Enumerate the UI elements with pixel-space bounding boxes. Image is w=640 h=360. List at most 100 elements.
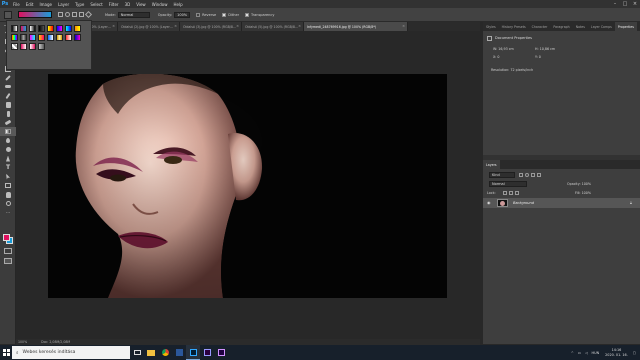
dodge-tool-icon[interactable]: [0, 145, 16, 154]
tab-document-5[interactable]: Oldalsó (5).jpg @ 100% (RGB/8… ×: [242, 22, 304, 31]
eraser-tool-icon[interactable]: [0, 118, 16, 127]
gradient-swatch[interactable]: [56, 34, 63, 41]
close-icon[interactable]: ×: [630, 0, 640, 8]
type-tool-icon[interactable]: T: [0, 163, 16, 172]
gradient-swatch[interactable]: [11, 25, 18, 32]
volume-icon[interactable]: ◁: [585, 351, 588, 355]
chrome-icon[interactable]: [158, 345, 172, 360]
transparency-checkbox[interactable]: [245, 12, 250, 17]
tab-document-active[interactable]: Infymedi_248769916.jpg @ 100% (RGB/8*) ×: [304, 22, 408, 31]
menu-file[interactable]: File: [10, 2, 23, 7]
tab-document-4[interactable]: Oldalsó (3).jpg @ 100% (RGB/8… ×: [180, 22, 242, 31]
gradient-swatch[interactable]: [47, 34, 54, 41]
gradient-swatch[interactable]: [11, 34, 18, 41]
linear-gradient-icon[interactable]: [58, 12, 63, 17]
menu-edit[interactable]: Edit: [23, 2, 37, 7]
mode-select[interactable]: Normal: [117, 11, 150, 18]
layer-fill[interactable]: Fill: 100%: [575, 191, 591, 195]
layer-opacity[interactable]: Opacity: 100%: [567, 182, 591, 186]
gradient-swatch[interactable]: [65, 34, 72, 41]
close-tab-icon[interactable]: ×: [174, 24, 177, 28]
close-tab-icon[interactable]: ×: [236, 24, 239, 28]
gradient-swatch[interactable]: [29, 34, 36, 41]
rectangle-tool-icon[interactable]: [0, 181, 16, 190]
gradient-swatch[interactable]: [47, 25, 54, 32]
gradient-swatch[interactable]: [38, 43, 45, 50]
path-selection-tool-icon[interactable]: [0, 172, 16, 181]
gradient-swatch[interactable]: [20, 25, 27, 32]
menu-view[interactable]: View: [133, 2, 149, 7]
windows-start-icon[interactable]: [0, 345, 12, 360]
after-effects-icon[interactable]: [214, 345, 228, 360]
word-icon[interactable]: [172, 345, 186, 360]
width-field[interactable]: W: 16,93 cm: [493, 47, 514, 51]
quick-mask-icon[interactable]: [4, 248, 12, 254]
filter-type-icon[interactable]: [531, 173, 535, 177]
blur-tool-icon[interactable]: [0, 136, 16, 145]
eyedropper-tool-icon[interactable]: [0, 73, 16, 82]
tray-arrow-icon[interactable]: ^: [571, 351, 574, 355]
maximize-icon[interactable]: □: [620, 0, 630, 8]
radial-gradient-icon[interactable]: [65, 12, 70, 17]
zoom-tool-icon[interactable]: [0, 199, 16, 208]
layer-row-background[interactable]: ◉ Background 🔒︎: [483, 198, 640, 208]
gradient-swatch[interactable]: [38, 25, 45, 32]
menu-image[interactable]: Image: [36, 2, 55, 7]
gradient-swatch[interactable]: [11, 43, 18, 50]
gradient-preview[interactable]: [18, 11, 52, 18]
tab-properties[interactable]: Properties: [614, 22, 637, 31]
lock-pixels-icon[interactable]: [503, 191, 507, 195]
document-canvas-image[interactable]: [48, 74, 447, 298]
gradient-swatch[interactable]: [29, 43, 36, 50]
close-tab-icon[interactable]: ×: [402, 24, 405, 28]
filter-pixel-icon[interactable]: [519, 173, 523, 177]
hand-tool-icon[interactable]: [0, 190, 16, 199]
opacity-field[interactable]: 100%: [174, 11, 191, 18]
healing-brush-tool-icon[interactable]: [0, 82, 16, 91]
filter-shape-icon[interactable]: [537, 173, 541, 177]
tab-layer-comps[interactable]: Layer Comps: [588, 22, 615, 31]
gradient-swatch[interactable]: [56, 25, 63, 32]
history-brush-tool-icon[interactable]: [0, 109, 16, 118]
reflected-gradient-icon[interactable]: [79, 12, 84, 17]
gradient-swatch[interactable]: [20, 34, 27, 41]
gradient-picker-popup[interactable]: [6, 20, 92, 70]
x-field[interactable]: X: 0: [493, 55, 500, 59]
lock-all-icon[interactable]: [515, 191, 519, 195]
minimize-icon[interactable]: –: [610, 0, 620, 8]
gradient-swatch[interactable]: [29, 25, 36, 32]
color-swatches[interactable]: [3, 234, 13, 244]
screen-mode-icon[interactable]: [4, 258, 12, 264]
layer-name[interactable]: Background: [513, 201, 534, 205]
angle-gradient-icon[interactable]: [72, 12, 77, 17]
gradient-swatch[interactable]: [20, 43, 27, 50]
gradient-swatch[interactable]: [74, 25, 81, 32]
dither-checkbox[interactable]: [222, 12, 227, 17]
brush-tool-icon[interactable]: [0, 91, 16, 100]
file-explorer-icon[interactable]: [144, 345, 158, 360]
menu-type[interactable]: Type: [72, 2, 87, 7]
menu-window[interactable]: Window: [149, 2, 171, 7]
foreground-color-swatch[interactable]: [3, 234, 10, 241]
tool-preset-icon[interactable]: [4, 10, 12, 19]
gradient-swatch[interactable]: [74, 34, 81, 41]
blend-mode-select[interactable]: Normal: [489, 181, 527, 187]
menu-layer[interactable]: Layer: [55, 2, 72, 7]
tab-document-3[interactable]: Oldalsó (2).jpg @ 100% (Layer… ×: [118, 22, 180, 31]
gradient-swatch[interactable]: [38, 34, 45, 41]
premiere-icon[interactable]: [200, 345, 214, 360]
notifications-icon[interactable]: ▢: [633, 351, 636, 355]
visibility-eye-icon[interactable]: ◉: [487, 200, 491, 205]
clock[interactable]: 14:16 2020. 01. 16.: [605, 348, 628, 357]
filter-adjustment-icon[interactable]: [525, 173, 529, 177]
close-tab-icon[interactable]: ×: [298, 24, 301, 28]
zoom-level[interactable]: 100%: [18, 340, 27, 344]
more-tools-icon[interactable]: ···: [0, 208, 16, 217]
language-indicator[interactable]: HUN: [592, 351, 600, 355]
gradient-swatch[interactable]: [65, 25, 72, 32]
menu-filter[interactable]: Filter: [106, 2, 122, 7]
tab-paragraph[interactable]: Paragraph: [550, 22, 572, 31]
layer-kind-select[interactable]: Kind: [489, 172, 515, 178]
photoshop-taskbar-icon[interactable]: [186, 345, 200, 360]
close-tab-icon[interactable]: ×: [112, 24, 115, 28]
